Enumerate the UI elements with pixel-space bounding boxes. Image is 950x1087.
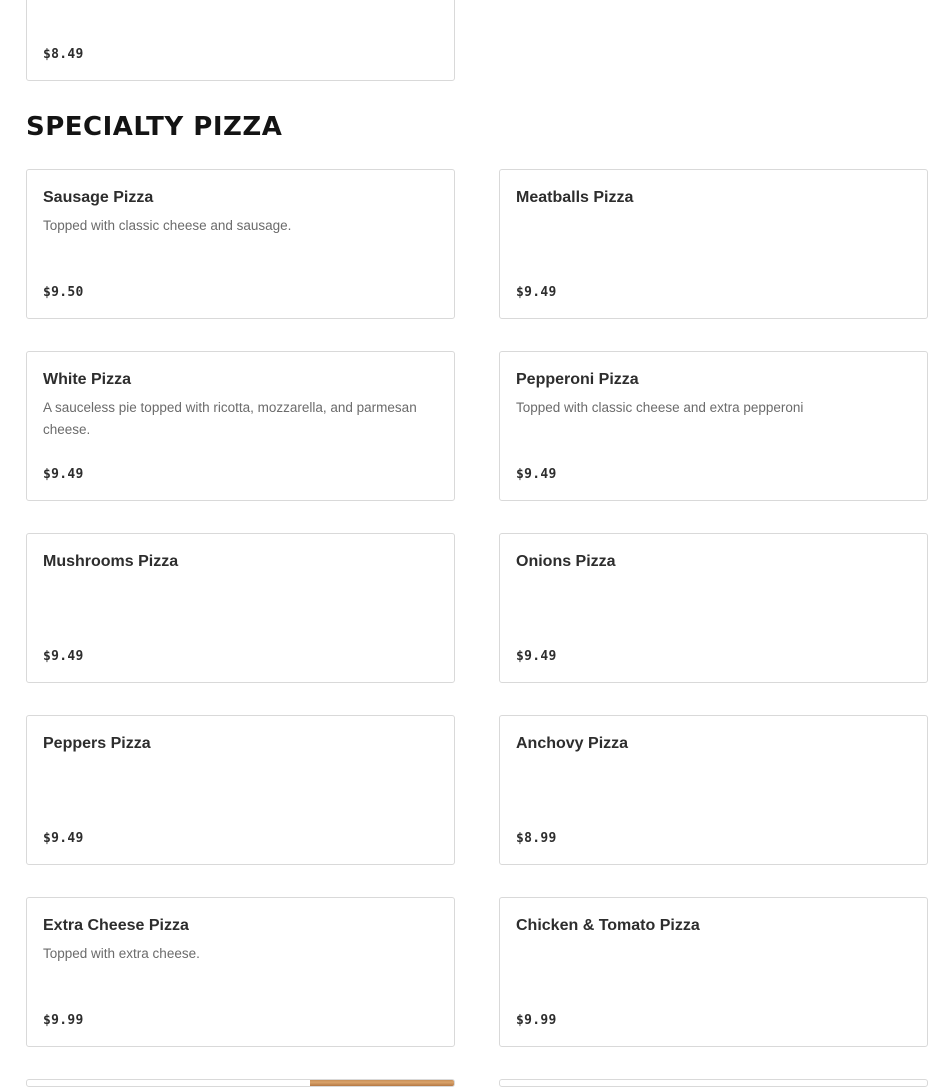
- item-name: Meatballs Pizza: [516, 189, 634, 206]
- item-price: $9.49: [43, 467, 84, 482]
- item-description: Topped with extra cheese.: [43, 946, 200, 961]
- menu-item-card[interactable]: [26, 1079, 455, 1087]
- item-description: Topped with classic cheese and sausage.: [43, 218, 292, 233]
- item-name: Sausage Pizza: [43, 189, 154, 206]
- menu-item-card[interactable]: Sausage Pizza Topped with classic cheese…: [26, 169, 455, 319]
- item-price: $8.99: [516, 831, 557, 846]
- item-price: $8.49: [43, 47, 84, 62]
- item-description: A sauceless pie topped with ricotta, moz…: [43, 400, 417, 437]
- item-name: Peppers Pizza: [43, 735, 151, 752]
- item-photo: [310, 1080, 454, 1086]
- item-price: $9.49: [43, 649, 84, 664]
- menu-item-card[interactable]: Onions Pizza $9.49: [499, 533, 928, 683]
- menu-item-card[interactable]: Chicken & Tomato Pizza $9.99: [499, 897, 928, 1047]
- menu-item-card[interactable]: Extra Cheese Pizza Topped with extra che…: [26, 897, 455, 1047]
- item-price: $9.49: [516, 467, 557, 482]
- menu-item-card[interactable]: Meatballs Pizza $9.49: [499, 169, 928, 319]
- item-name: Mushrooms Pizza: [43, 553, 179, 570]
- item-name: Pepperoni Pizza: [516, 371, 639, 388]
- item-price: $9.49: [516, 649, 557, 664]
- item-price: $9.49: [516, 285, 557, 300]
- item-name: White Pizza: [43, 371, 132, 388]
- item-description: Topped with classic cheese and extra pep…: [516, 400, 804, 415]
- item-price: $9.50: [43, 285, 84, 300]
- section-title: SPECIALTY PIZZA: [26, 112, 283, 142]
- item-name: Extra Cheese Pizza: [43, 917, 189, 934]
- menu-item-card[interactable]: $8.49: [26, 0, 455, 81]
- item-price: $9.99: [43, 1013, 84, 1028]
- menu-item-card[interactable]: Mushrooms Pizza $9.49: [26, 533, 455, 683]
- item-price: $9.99: [516, 1013, 557, 1028]
- item-price: $9.49: [43, 831, 84, 846]
- menu-item-card[interactable]: [499, 1079, 928, 1087]
- menu-item-card[interactable]: Anchovy Pizza $8.99: [499, 715, 928, 865]
- item-name: Chicken & Tomato Pizza: [516, 917, 700, 934]
- menu-item-card[interactable]: White Pizza A sauceless pie topped with …: [26, 351, 455, 501]
- item-name: Anchovy Pizza: [516, 735, 629, 752]
- menu-item-card[interactable]: Pepperoni Pizza Topped with classic chee…: [499, 351, 928, 501]
- menu-item-card[interactable]: Peppers Pizza $9.49: [26, 715, 455, 865]
- item-name: Onions Pizza: [516, 553, 616, 570]
